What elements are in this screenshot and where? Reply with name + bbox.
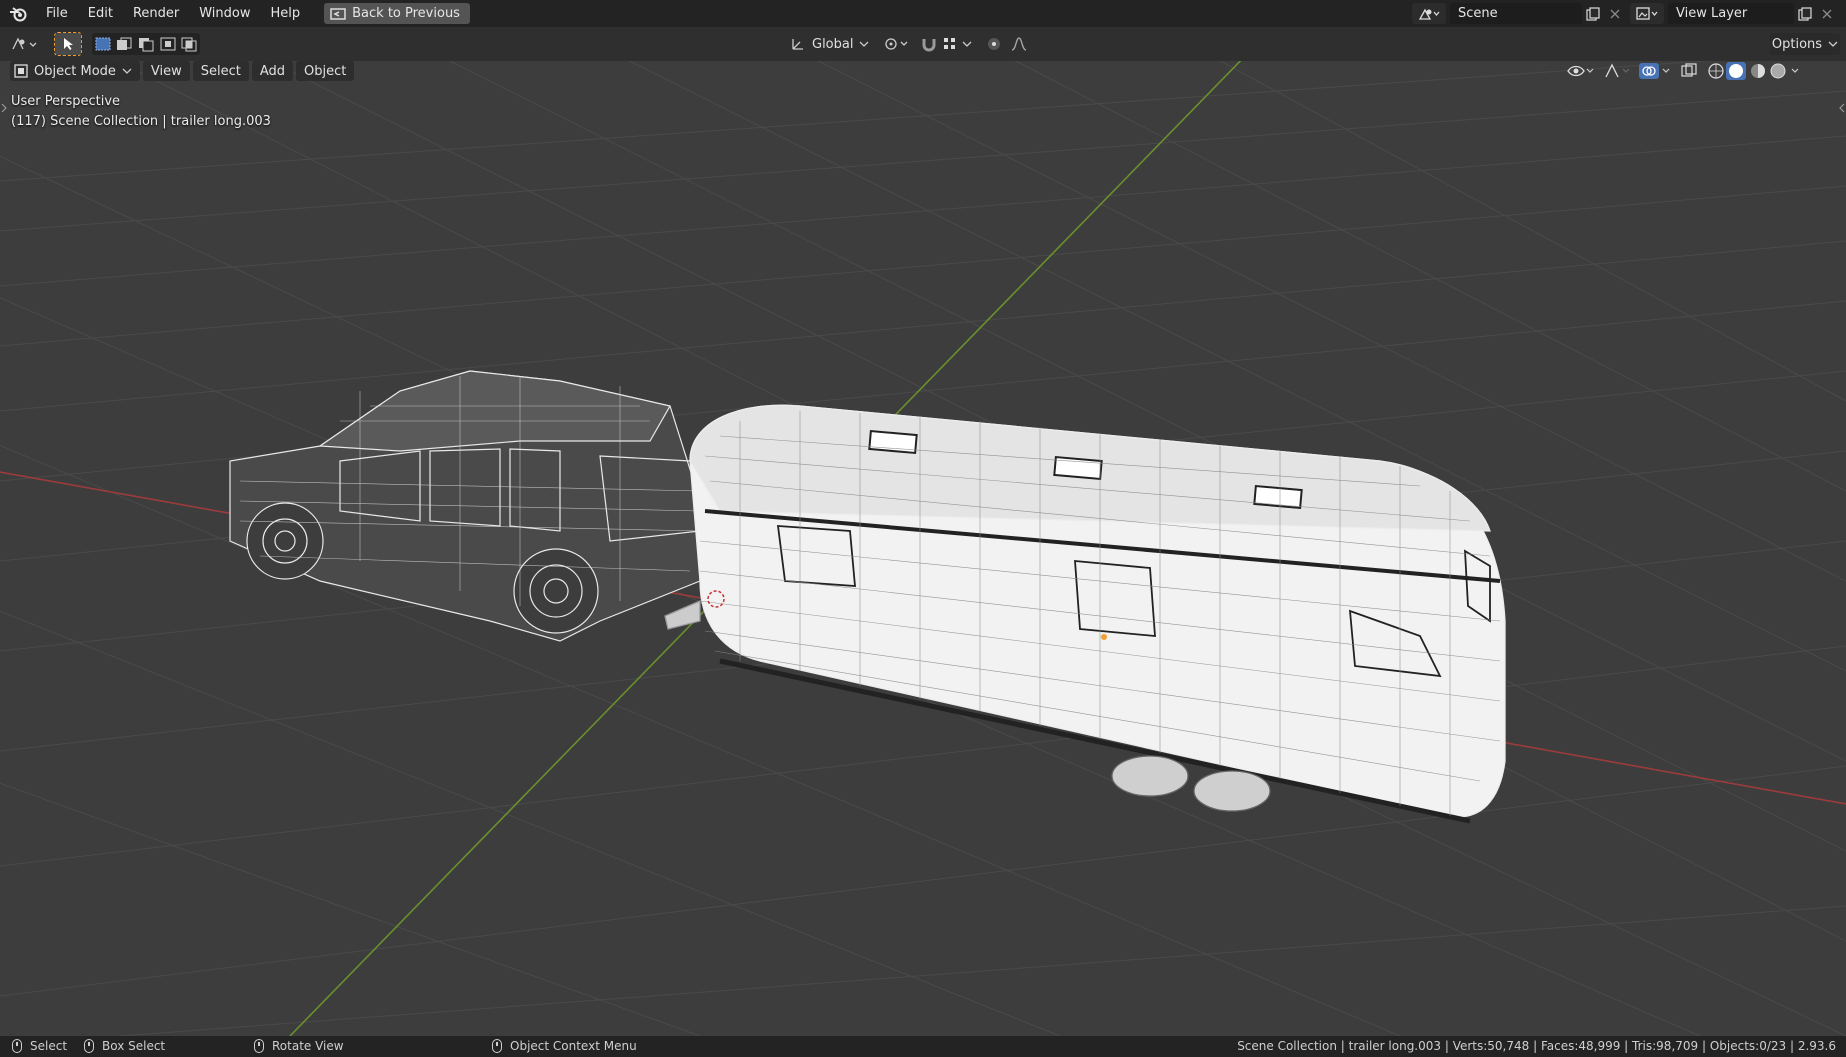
falloff-curve-icon[interactable]: [1010, 36, 1030, 52]
middle-mouse-icon: [254, 1039, 264, 1053]
select-menu[interactable]: Select: [192, 61, 249, 81]
select-subtract-icon[interactable]: [137, 36, 155, 52]
drag-mouse-icon: [84, 1039, 94, 1053]
select-tool-button[interactable]: [54, 32, 82, 56]
selection-mode-group: [92, 33, 200, 55]
object-mode-icon: [14, 64, 28, 78]
overlays-icon[interactable]: [1638, 62, 1672, 80]
snapping-group: [918, 33, 974, 55]
back-to-previous-label: Back to Previous: [352, 6, 460, 21]
view-layer-selector: View Layer: [1630, 3, 1838, 24]
menu-help[interactable]: Help: [261, 0, 311, 27]
proportional-editing-group: [982, 33, 1034, 55]
scene-statistics: Scene Collection | trailer long.003 | Ve…: [1237, 1039, 1836, 1053]
viewport-scene[interactable]: [0, 61, 1846, 1036]
magnet-icon[interactable]: [920, 36, 938, 52]
delete-view-layer-icon[interactable]: [1816, 3, 1838, 24]
select-invert-icon[interactable]: [159, 36, 177, 52]
gizmo-icon[interactable]: [1602, 62, 1630, 80]
proportional-edit-icon[interactable]: [986, 36, 1002, 52]
blender-logo-icon[interactable]: [0, 0, 36, 27]
menu-window[interactable]: Window: [189, 0, 260, 27]
chevron-down-icon: [1828, 41, 1838, 47]
menu-file[interactable]: File: [36, 0, 78, 27]
select-intersect-icon[interactable]: [180, 36, 198, 52]
mode-dropdown[interactable]: Object Mode: [10, 61, 140, 81]
pivot-point-icon: [885, 38, 908, 50]
visibility-eye-icon[interactable]: [1566, 62, 1594, 80]
menu-edit[interactable]: Edit: [78, 0, 123, 27]
cursor-arrow-icon: [64, 38, 73, 50]
transform-orientation-dropdown[interactable]: Global: [786, 33, 872, 55]
select-new-icon[interactable]: [94, 36, 112, 52]
xray-toggle-icon[interactable]: [1680, 62, 1698, 80]
toolbar-expand-arrow-icon[interactable]: [0, 101, 8, 119]
view-layer-name-field[interactable]: View Layer: [1668, 3, 1794, 24]
mode-label: Object Mode: [34, 63, 116, 79]
status-context-menu-label: Object Context Menu: [510, 1039, 637, 1053]
status-box-select-label: Box Select: [102, 1039, 166, 1053]
scene-icon: [1418, 8, 1440, 20]
3d-viewport[interactable]: Object Mode View Select Add Object User …: [0, 61, 1846, 1036]
trailer-wireframe[interactable]: [664, 404, 1506, 824]
options-dropdown[interactable]: Options: [1770, 33, 1840, 55]
viewport-header: Object Mode View Select Add Object: [10, 61, 357, 81]
perspective-label: User Perspective: [11, 94, 121, 109]
view-menu[interactable]: View: [142, 61, 190, 81]
suv-wireframe[interactable]: [229, 370, 701, 642]
pivot-point-dropdown[interactable]: [880, 33, 912, 55]
scene-browse-button[interactable]: [1412, 3, 1446, 24]
options-label: Options: [1771, 36, 1823, 52]
orientation-axes-icon: [792, 39, 803, 50]
left-mouse-icon: [12, 1039, 22, 1053]
top-menu-bar: File Edit Render Window Help Back to Pre…: [0, 0, 1846, 27]
scene-selector: Scene: [1412, 3, 1626, 24]
viewport-shading-header: [1566, 61, 1806, 81]
view-layer-icon: [1636, 6, 1658, 20]
right-mouse-icon: [492, 1039, 502, 1053]
status-rotate-label: Rotate View: [272, 1039, 344, 1053]
sidebar-expand-arrow-icon[interactable]: [1838, 101, 1846, 119]
add-menu[interactable]: Add: [251, 61, 294, 81]
delete-scene-icon[interactable]: [1604, 3, 1626, 24]
select-extend-icon[interactable]: [115, 36, 133, 52]
orientation-label: Global: [812, 36, 854, 52]
editor-type-icon: [12, 37, 37, 50]
collection-info-label: (117) Scene Collection | trailer long.00…: [11, 114, 271, 129]
snap-grid-icon[interactable]: [942, 36, 958, 52]
status-bar: Select Box Select Rotate View Object Con…: [0, 1036, 1846, 1057]
scene-name-field[interactable]: Scene: [1450, 3, 1582, 24]
back-screen-icon: [330, 7, 346, 20]
status-select-hint: Select: [12, 1039, 67, 1053]
status-rotate-hint: Rotate View: [254, 1039, 344, 1053]
menu-render[interactable]: Render: [123, 0, 189, 27]
back-to-previous-button[interactable]: Back to Previous: [324, 3, 470, 24]
status-context-menu-hint: Object Context Menu: [492, 1039, 637, 1053]
status-box-select-hint: Box Select: [84, 1039, 165, 1053]
object-origin-icon: [1101, 634, 1107, 640]
new-scene-icon[interactable]: [1582, 3, 1604, 24]
chevron-down-icon: [860, 41, 869, 47]
editor-type-button[interactable]: [8, 33, 42, 55]
view-layer-browse-button[interactable]: [1630, 3, 1664, 24]
shading-modes-icon[interactable]: [1706, 61, 1806, 81]
status-select-label: Select: [30, 1039, 68, 1053]
new-view-layer-icon[interactable]: [1794, 3, 1816, 24]
object-menu[interactable]: Object: [296, 61, 355, 81]
chevron-down-icon: [122, 68, 132, 74]
tool-header: Global Options: [0, 27, 1846, 61]
chevron-down-icon[interactable]: [962, 40, 972, 48]
